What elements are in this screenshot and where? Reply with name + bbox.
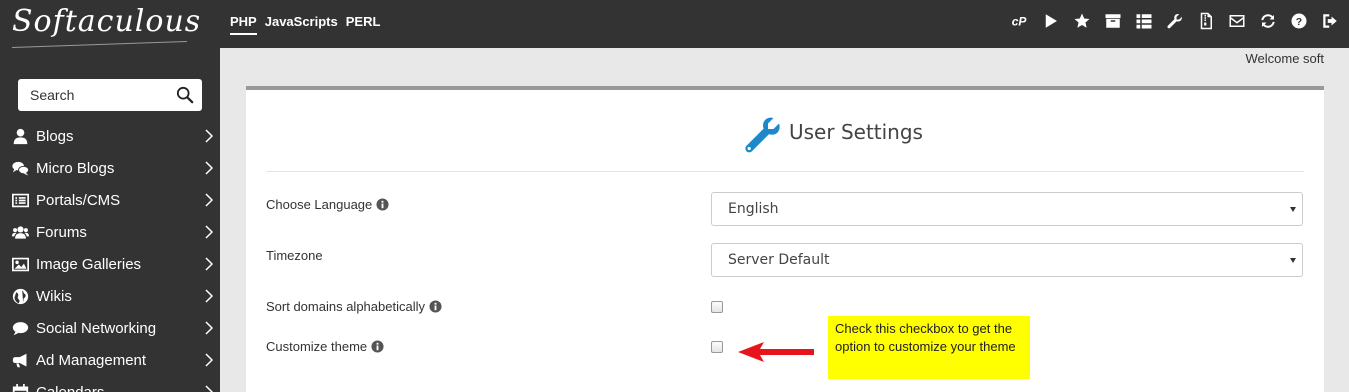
tab-perl[interactable]: PERL [346,14,381,35]
envelope-icon[interactable] [1226,10,1248,32]
sidebar-item-label: Ad Management [36,351,147,369]
globe-icon [9,287,31,305]
svg-text:?: ? [1296,16,1302,28]
sidebar-item-label: Image Galleries [36,255,142,273]
annotation-arrow-icon [738,342,814,362]
language-select-value: English [728,201,779,217]
wrench-icon[interactable] [1164,10,1186,32]
wrench-icon [745,117,780,153]
cpanel-icon[interactable]: cP [1009,10,1031,32]
users-icon [9,223,31,241]
customize-theme-label: Customize theme [266,339,384,354]
search-box [18,79,202,111]
sort-domains-checkbox[interactable] [711,301,723,313]
timezone-label: Timezone [266,248,323,263]
sidebar-item-label: Forums [36,223,87,241]
sort-domains-label-text: Sort domains alphabetically [266,299,425,314]
sidebar-item-label: Calendars [36,383,105,392]
search-icon[interactable] [176,86,194,104]
customize-theme-label-text: Customize theme [266,339,368,354]
sidebar-item-calendars[interactable]: Calendars [0,376,220,392]
logo-text: Softaculous [12,4,202,39]
archive-icon[interactable] [1102,10,1124,32]
page-title: User Settings [789,120,923,144]
sidebar-item-label: Portals/CMS [36,191,121,209]
caret-down-icon [1290,207,1296,212]
chevron-right-icon [205,321,213,335]
sort-domains-label: Sort domains alphabetically [266,299,442,314]
sidebar-item-social-networking[interactable]: Social Networking [0,312,220,344]
sidebar-item-ad-management[interactable]: Ad Management [0,344,220,376]
file-zip-icon[interactable] [1195,10,1217,32]
info-icon[interactable] [376,198,389,211]
toolbar-icons: cP ? [1009,10,1341,32]
chevron-right-icon [205,257,213,271]
language-tabs: PHP JavaScripts PERL [230,14,380,35]
sidebar-item-portals-cms[interactable]: Portals/CMS [0,184,220,216]
sidebar-item-label: Micro Blogs [36,159,115,177]
chevron-right-icon [205,289,213,303]
softaculous-logo[interactable]: Softaculous [12,4,202,49]
svg-text:cP: cP [1012,15,1028,29]
top-bar: Softaculous PHP JavaScripts PERL cP ? [0,0,1349,49]
comments-icon [9,159,31,177]
language-label-text: Choose Language [266,197,373,212]
image-icon [9,255,31,273]
chevron-right-icon [205,193,213,207]
list-alt-icon [9,191,31,209]
sidebar-item-micro-blogs[interactable]: Micro Blogs [0,152,220,184]
chevron-right-icon [205,385,213,392]
language-label: Choose Language [266,197,389,212]
panel-header: User Settings [266,90,1304,172]
category-nav: Blogs Micro Blogs Portals/CMS Forums Ima… [0,120,220,392]
chevron-right-icon [205,161,213,175]
star-icon[interactable] [1071,10,1093,32]
chevron-right-icon [205,129,213,143]
chevron-right-icon [205,353,213,367]
customize-theme-checkbox[interactable] [711,341,723,353]
list-icon[interactable] [1133,10,1155,32]
chevron-right-icon [205,225,213,239]
sidebar-item-forums[interactable]: Forums [0,216,220,248]
sidebar: Blogs Micro Blogs Portals/CMS Forums Ima… [0,48,220,392]
tab-php[interactable]: PHP [230,14,257,35]
timezone-select-value: Server Default [728,252,830,268]
sidebar-item-label: Wikis [36,287,72,305]
caret-down-icon [1290,258,1296,263]
help-icon[interactable]: ? [1288,10,1310,32]
info-icon[interactable] [371,340,384,353]
logout-icon[interactable] [1319,10,1341,32]
sidebar-item-wikis[interactable]: Wikis [0,280,220,312]
sidebar-item-label: Social Networking [36,319,157,337]
info-icon[interactable] [429,300,442,313]
sidebar-item-image-galleries[interactable]: Image Galleries [0,248,220,280]
chat-icon [9,319,31,337]
language-select[interactable]: English [711,192,1303,226]
sidebar-item-blogs[interactable]: Blogs [0,120,220,152]
timezone-select[interactable]: Server Default [711,243,1303,277]
user-icon [9,127,31,145]
annotation-callout: Check this checkbox to get the option to… [828,316,1030,379]
timezone-label-text: Timezone [266,248,323,263]
calendar-icon [9,383,31,392]
sidebar-item-label: Blogs [36,127,74,145]
search-input[interactable] [30,87,180,103]
refresh-icon[interactable] [1257,10,1279,32]
welcome-text: Welcome soft [1245,51,1324,66]
bullhorn-icon [9,351,31,369]
tab-javascripts[interactable]: JavaScripts [265,14,338,35]
play-icon[interactable] [1040,10,1062,32]
